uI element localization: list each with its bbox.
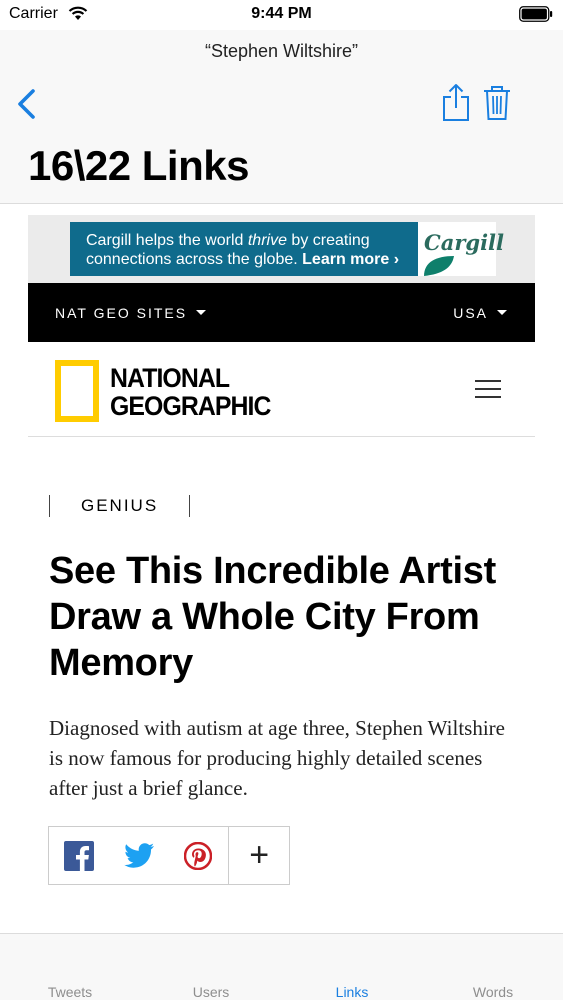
caret-down-icon (196, 310, 207, 315)
twitter-icon (123, 843, 154, 868)
battery-icon (519, 6, 553, 22)
cargill-leaf-icon (424, 256, 454, 276)
plus-icon: + (249, 836, 270, 874)
ad-line-2-pre: connections across the globe. (86, 251, 303, 268)
facebook-icon (63, 840, 94, 871)
twitter-share-button[interactable] (109, 827, 169, 884)
region-label: USA (453, 305, 488, 321)
ad-line-1-emphasis: thrive (247, 232, 287, 249)
ad-line-2: connections across the globe. Learn more… (86, 250, 418, 269)
delete-button[interactable] (482, 84, 512, 122)
ad-line-1-pre: Cargill helps the world (86, 232, 248, 249)
wordmark-line-2: GEOGRAPHIC (110, 391, 271, 421)
tab-links[interactable]: Links (302, 984, 402, 1000)
back-button[interactable] (14, 86, 40, 122)
web-view[interactable]: Cargill helps the world thrive by creati… (0, 205, 563, 932)
tab-users[interactable]: Users (161, 984, 261, 1000)
article-dek: Diagnosed with autism at age three, Step… (49, 716, 505, 800)
social-share-bar: + (48, 826, 290, 885)
hamburger-icon-bar (475, 396, 501, 398)
caret-down-icon (497, 310, 507, 315)
pinterest-icon (184, 841, 213, 870)
ad-line-1-post: by creating (286, 232, 370, 249)
hamburger-icon-bar (475, 380, 501, 382)
navigation-header: “Stephen Wiltshire” 16\22 Links (0, 30, 563, 204)
back-chevron-icon (18, 89, 35, 119)
nat-geo-sites-menu[interactable]: NAT GEO SITES (55, 305, 207, 321)
tab-bar: Tweets Users Links Words (0, 933, 563, 1000)
status-bar: Carrier 9:44 PM (0, 0, 563, 30)
tab-tweets[interactable]: Tweets (20, 984, 120, 1000)
share-icon (443, 84, 469, 121)
nat-geo-sites-label: NAT GEO SITES (55, 305, 188, 321)
hamburger-icon-bar (475, 388, 501, 390)
ad-line-1: Cargill helps the world thrive by creati… (86, 231, 418, 250)
hamburger-menu-button[interactable] (475, 380, 501, 400)
cargill-logo-text: Cargill (424, 230, 505, 255)
share-button[interactable] (441, 83, 471, 123)
article-headline: See This Incredible Artist Draw a Whole … (49, 550, 496, 684)
ad-banner[interactable]: Cargill helps the world thrive by creati… (70, 222, 418, 276)
article-kicker[interactable]: GENIUS (49, 495, 191, 517)
natgeo-yellow-border-logo[interactable] (55, 360, 99, 422)
nav-subtitle: “Stephen Wiltshire” (204, 41, 359, 61)
ad-learn-more-link[interactable]: Learn more › (302, 251, 399, 268)
ad-strip: Cargill helps the world thrive by creati… (28, 215, 535, 283)
pinterest-share-button[interactable] (169, 827, 229, 884)
more-share-button[interactable]: + (228, 827, 289, 884)
facebook-share-button[interactable] (49, 827, 109, 884)
page-title: 16\22 Links (28, 142, 249, 189)
clock: 9:44 PM (251, 5, 312, 22)
natgeo-header: NATIONAL GEOGRAPHIC (28, 342, 535, 437)
ad-logo[interactable]: Cargill (418, 222, 504, 276)
wordmark-line-1: NATIONAL (110, 363, 230, 393)
natgeo-sites-bar: NAT GEO SITES USA (28, 283, 535, 342)
natgeo-wordmark[interactable]: NATIONAL GEOGRAPHIC (110, 364, 271, 420)
region-menu[interactable]: USA (453, 305, 507, 321)
trash-icon (484, 86, 510, 120)
tab-words[interactable]: Words (443, 984, 543, 1000)
